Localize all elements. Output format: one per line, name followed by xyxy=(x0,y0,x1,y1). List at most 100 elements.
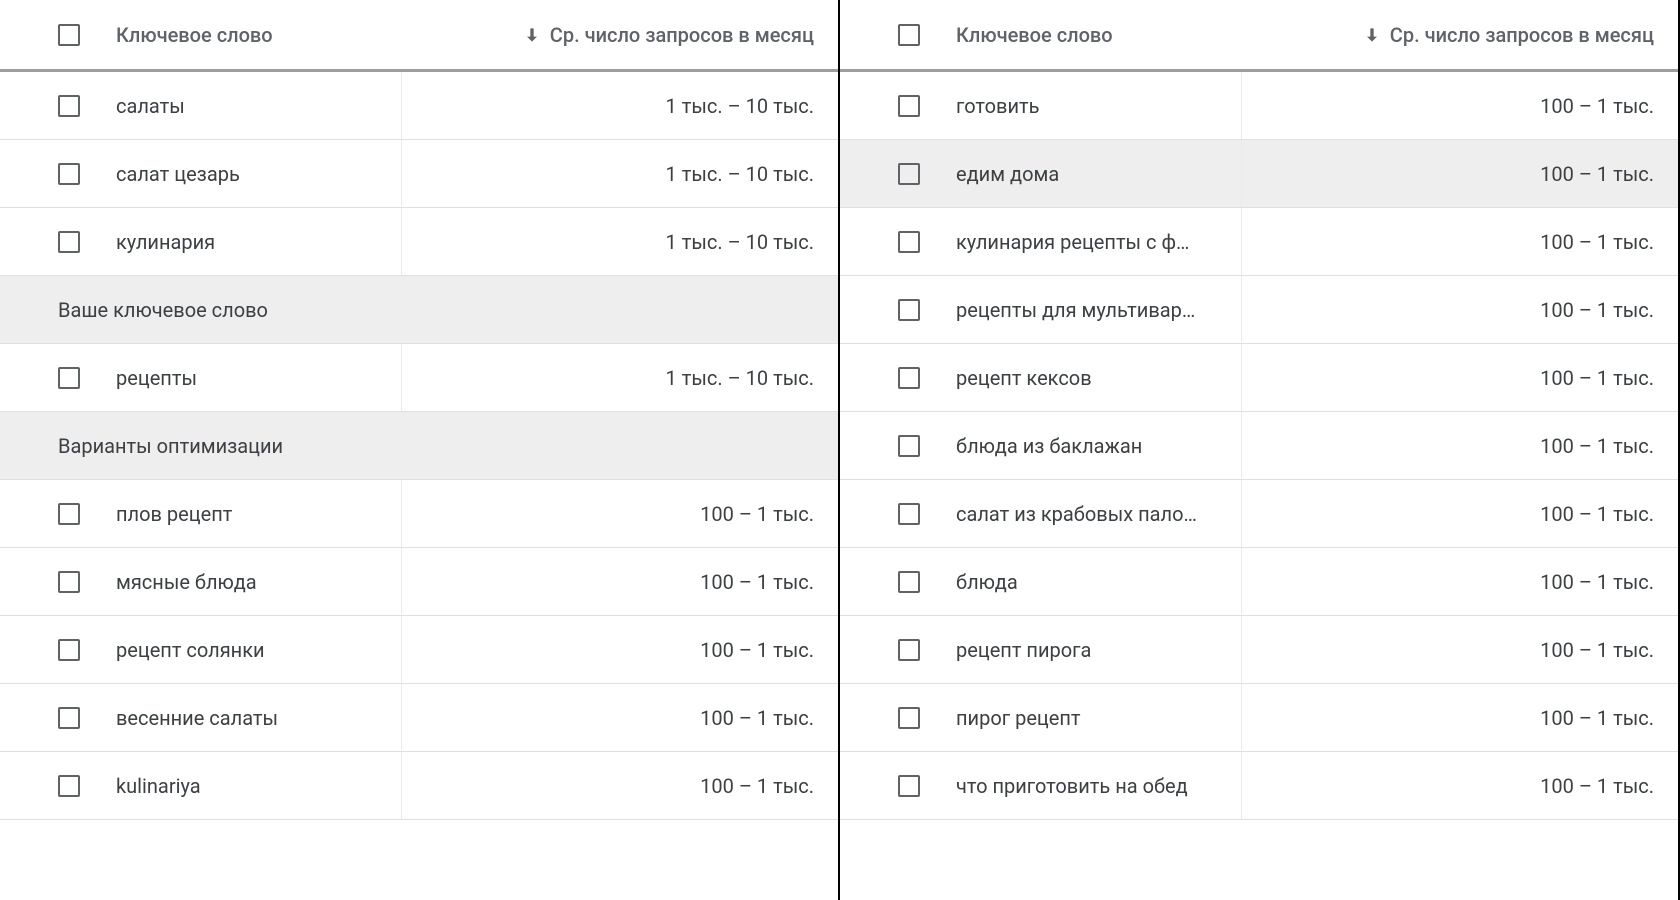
table-row[interactable]: салат из крабовых пало… 100 – 1 тыс. xyxy=(840,480,1678,548)
section-header: Ваше ключевое слово xyxy=(0,276,838,344)
row-checkbox[interactable] xyxy=(898,95,920,117)
keyword-cell: kulinariya xyxy=(0,752,402,819)
table-row[interactable]: рецепты 1 тыс. – 10 тыс. xyxy=(0,344,838,412)
volume-cell: 100 – 1 тыс. xyxy=(402,502,838,526)
keyword-cell: рецепт кексов xyxy=(840,344,1242,411)
volume-cell: 100 – 1 тыс. xyxy=(1242,366,1678,390)
table-row[interactable]: рецепт кексов 100 – 1 тыс. xyxy=(840,344,1678,412)
keyword-text: едим дома xyxy=(956,162,1059,186)
volume-header-label: Ср. число запросов в месяц xyxy=(1390,23,1654,47)
row-checkbox[interactable] xyxy=(58,503,80,525)
table-row[interactable]: kulinariya 100 – 1 тыс. xyxy=(0,752,838,820)
row-checkbox[interactable] xyxy=(898,367,920,389)
table-row[interactable]: рецепты для мультивар… 100 – 1 тыс. xyxy=(840,276,1678,344)
row-checkbox[interactable] xyxy=(898,707,920,729)
table-row[interactable]: кулинария1 тыс. – 10 тыс. xyxy=(0,208,838,276)
keyword-cell: кулинария xyxy=(0,208,402,275)
table-row[interactable]: плов рецепт 100 – 1 тыс. xyxy=(0,480,838,548)
keyword-cell: салат цезарь xyxy=(0,140,402,207)
row-checkbox[interactable] xyxy=(898,435,920,457)
keyword-cell: пирог рецепт xyxy=(840,684,1242,751)
keyword-cell: блюда xyxy=(840,548,1242,615)
keyword-text: плов рецепт xyxy=(116,502,232,526)
table-row[interactable]: салат цезарь 1 тыс. – 10 тыс. xyxy=(0,140,838,208)
table-row[interactable]: весенние салаты 100 – 1 тыс. xyxy=(0,684,838,752)
table-row[interactable]: блюда 100 – 1 тыс. xyxy=(840,548,1678,616)
volume-cell: 100 – 1 тыс. xyxy=(1242,502,1678,526)
keyword-text: салат из крабовых пало… xyxy=(956,502,1197,526)
keyword-header-label: Ключевое слово xyxy=(956,23,1113,47)
row-checkbox[interactable] xyxy=(898,299,920,321)
table-row[interactable]: кулинария рецепты с ф…100 – 1 тыс. xyxy=(840,208,1678,276)
keyword-cell: блюда из баклажан xyxy=(840,412,1242,479)
row-checkbox[interactable] xyxy=(898,231,920,253)
keyword-text: kulinariya xyxy=(116,774,201,798)
volume-cell: 100 – 1 тыс. xyxy=(1242,706,1678,730)
volume-cell: 100 – 1 тыс. xyxy=(402,706,838,730)
volume-cell: 1 тыс. – 10 тыс. xyxy=(402,366,838,390)
keyword-text: рецепты xyxy=(116,366,197,390)
keyword-text: рецепт кексов xyxy=(956,366,1092,390)
keyword-column-header[interactable]: Ключевое слово xyxy=(840,23,1242,47)
keyword-cell: рецепты xyxy=(0,344,402,411)
row-checkbox[interactable] xyxy=(898,639,920,661)
row-checkbox[interactable] xyxy=(58,639,80,661)
keyword-text: салаты xyxy=(116,94,185,118)
keyword-text: кулинария xyxy=(116,230,215,254)
keyword-cell: едим дома xyxy=(840,140,1242,207)
keyword-cell: кулинария рецепты с ф… xyxy=(840,208,1242,275)
row-checkbox[interactable] xyxy=(898,163,920,185)
volume-cell: 1 тыс. – 10 тыс. xyxy=(402,162,838,186)
table-row[interactable]: едим дома100 – 1 тыс. xyxy=(840,140,1678,208)
keyword-text: что приготовить на обед xyxy=(956,774,1188,798)
volume-cell: 100 – 1 тыс. xyxy=(402,570,838,594)
table-row[interactable]: рецепт солянки100 – 1 тыс. xyxy=(0,616,838,684)
row-checkbox[interactable] xyxy=(58,571,80,593)
keyword-text: пирог рецепт xyxy=(956,706,1081,730)
table-row[interactable]: пирог рецепт 100 – 1 тыс. xyxy=(840,684,1678,752)
keyword-text: рецепт солянки xyxy=(116,638,265,662)
right-panel: Ключевое слово Ср. число запросов в меся… xyxy=(840,0,1680,900)
keyword-text: весенние салаты xyxy=(116,706,278,730)
volume-cell: 100 – 1 тыс. xyxy=(1242,298,1678,322)
keyword-cell: весенние салаты xyxy=(0,684,402,751)
row-checkbox[interactable] xyxy=(898,775,920,797)
volume-header-label: Ср. число запросов в месяц xyxy=(550,23,814,47)
table-row[interactable]: мясные блюда100 – 1 тыс. xyxy=(0,548,838,616)
keyword-cell: рецепты для мультивар… xyxy=(840,276,1242,343)
table-header-row: Ключевое слово Ср. число запросов в меся… xyxy=(840,0,1678,72)
row-checkbox[interactable] xyxy=(898,571,920,593)
keyword-text: рецепты для мультивар… xyxy=(956,298,1195,322)
left-rows-container: салаты1 тыс. – 10 тыс.салат цезарь1 тыс.… xyxy=(0,72,838,820)
row-checkbox[interactable] xyxy=(58,707,80,729)
table-row[interactable]: салаты1 тыс. – 10 тыс. xyxy=(0,72,838,140)
volume-column-header[interactable]: Ср. число запросов в месяц xyxy=(402,23,838,47)
keyword-column-header[interactable]: Ключевое слово xyxy=(0,23,402,47)
row-checkbox[interactable] xyxy=(58,163,80,185)
row-checkbox[interactable] xyxy=(58,95,80,117)
arrow-down-icon xyxy=(522,25,542,45)
volume-cell: 100 – 1 тыс. xyxy=(402,774,838,798)
keyword-cell: готовить xyxy=(840,72,1242,139)
table-header-row: Ключевое слово Ср. число запросов в меся… xyxy=(0,0,838,72)
table-row[interactable]: блюда из баклажан100 – 1 тыс. xyxy=(840,412,1678,480)
volume-cell: 100 – 1 тыс. xyxy=(1242,570,1678,594)
keyword-cell: рецепт пирога xyxy=(840,616,1242,683)
row-checkbox[interactable] xyxy=(898,503,920,525)
table-row[interactable]: рецепт пирога100 – 1 тыс. xyxy=(840,616,1678,684)
row-checkbox[interactable] xyxy=(58,775,80,797)
select-all-checkbox[interactable] xyxy=(58,24,80,46)
select-all-checkbox[interactable] xyxy=(898,24,920,46)
volume-cell: 100 – 1 тыс. xyxy=(1242,774,1678,798)
table-row[interactable]: что приготовить на обед 100 – 1 тыс. xyxy=(840,752,1678,820)
row-checkbox[interactable] xyxy=(58,367,80,389)
volume-cell: 100 – 1 тыс. xyxy=(1242,434,1678,458)
volume-cell: 100 – 1 тыс. xyxy=(1242,230,1678,254)
keyword-cell: плов рецепт xyxy=(0,480,402,547)
table-row[interactable]: готовить100 – 1 тыс. xyxy=(840,72,1678,140)
keyword-text: блюда xyxy=(956,570,1018,594)
row-checkbox[interactable] xyxy=(58,231,80,253)
keyword-text: салат цезарь xyxy=(116,162,240,186)
volume-column-header[interactable]: Ср. число запросов в месяц xyxy=(1242,23,1678,47)
keyword-cell: салат из крабовых пало… xyxy=(840,480,1242,547)
